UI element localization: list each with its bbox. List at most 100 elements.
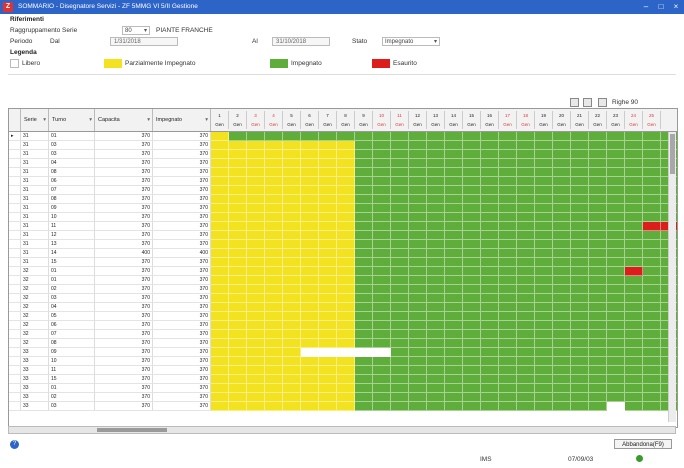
status-cell[interactable]	[265, 213, 283, 222]
status-cell[interactable]	[229, 141, 247, 150]
status-cell[interactable]	[535, 231, 553, 240]
status-cell[interactable]	[499, 384, 517, 393]
status-cell[interactable]	[409, 258, 427, 267]
status-cell[interactable]	[517, 258, 535, 267]
status-cell[interactable]	[589, 339, 607, 348]
status-cell[interactable]	[373, 393, 391, 402]
status-cell[interactable]	[481, 348, 499, 357]
table-row[interactable]: 31 14 400 400	[9, 249, 677, 258]
status-cell[interactable]	[499, 366, 517, 375]
status-cell[interactable]	[463, 330, 481, 339]
status-cell[interactable]	[265, 375, 283, 384]
status-cell[interactable]	[355, 168, 373, 177]
status-cell[interactable]	[625, 330, 643, 339]
status-cell[interactable]	[499, 321, 517, 330]
status-cell[interactable]	[607, 393, 625, 402]
status-cell[interactable]	[517, 177, 535, 186]
status-cell[interactable]	[499, 141, 517, 150]
status-cell[interactable]	[553, 276, 571, 285]
status-cell[interactable]	[391, 132, 409, 141]
status-cell[interactable]	[481, 393, 499, 402]
status-cell[interactable]	[517, 222, 535, 231]
status-cell[interactable]	[517, 231, 535, 240]
status-cell[interactable]	[409, 303, 427, 312]
status-cell[interactable]	[589, 240, 607, 249]
status-cell[interactable]	[301, 177, 319, 186]
status-cell[interactable]	[373, 384, 391, 393]
status-cell[interactable]	[625, 294, 643, 303]
status-cell[interactable]	[283, 330, 301, 339]
status-cell[interactable]	[247, 195, 265, 204]
table-row[interactable]: 32 01 370 370	[9, 276, 677, 285]
status-cell[interactable]	[517, 384, 535, 393]
status-cell[interactable]	[571, 375, 589, 384]
status-cell[interactable]	[607, 330, 625, 339]
status-cell[interactable]	[571, 231, 589, 240]
status-cell[interactable]	[229, 276, 247, 285]
status-cell[interactable]	[409, 366, 427, 375]
status-cell[interactable]	[211, 339, 229, 348]
status-cell[interactable]	[391, 348, 409, 357]
status-cell[interactable]	[427, 285, 445, 294]
status-cell[interactable]	[409, 186, 427, 195]
status-cell[interactable]	[499, 375, 517, 384]
status-cell[interactable]	[535, 276, 553, 285]
status-cell[interactable]	[553, 330, 571, 339]
status-cell[interactable]	[571, 141, 589, 150]
status-cell[interactable]	[643, 159, 661, 168]
status-cell[interactable]	[265, 312, 283, 321]
status-cell[interactable]	[571, 204, 589, 213]
status-cell[interactable]	[211, 168, 229, 177]
status-cell[interactable]	[265, 366, 283, 375]
status-cell[interactable]	[535, 159, 553, 168]
export-icon[interactable]	[570, 98, 579, 107]
status-cell[interactable]	[571, 393, 589, 402]
status-cell[interactable]	[427, 366, 445, 375]
status-cell[interactable]	[625, 195, 643, 204]
status-cell[interactable]	[517, 159, 535, 168]
status-cell[interactable]	[553, 213, 571, 222]
status-cell[interactable]	[409, 150, 427, 159]
status-cell[interactable]	[427, 303, 445, 312]
status-cell[interactable]	[445, 195, 463, 204]
status-cell[interactable]	[391, 384, 409, 393]
status-cell[interactable]	[427, 375, 445, 384]
status-cell[interactable]	[373, 276, 391, 285]
status-cell[interactable]	[427, 141, 445, 150]
status-cell[interactable]	[535, 303, 553, 312]
status-cell[interactable]	[499, 249, 517, 258]
status-cell[interactable]	[535, 357, 553, 366]
status-cell[interactable]	[463, 357, 481, 366]
status-cell[interactable]	[607, 213, 625, 222]
status-cell[interactable]	[283, 339, 301, 348]
status-cell[interactable]	[355, 348, 373, 357]
status-cell[interactable]	[571, 213, 589, 222]
status-cell[interactable]	[355, 330, 373, 339]
columns-icon[interactable]	[598, 98, 607, 107]
status-cell[interactable]	[589, 321, 607, 330]
status-cell[interactable]	[427, 213, 445, 222]
status-cell[interactable]	[625, 159, 643, 168]
status-cell[interactable]	[265, 321, 283, 330]
status-cell[interactable]	[319, 366, 337, 375]
table-row[interactable]: 32 05 370 370	[9, 312, 677, 321]
status-cell[interactable]	[643, 312, 661, 321]
status-cell[interactable]	[391, 393, 409, 402]
status-cell[interactable]	[463, 276, 481, 285]
status-cell[interactable]	[481, 204, 499, 213]
table-row[interactable]: 31 09 370 370	[9, 204, 677, 213]
table-row[interactable]: 31 10 370 370	[9, 213, 677, 222]
status-cell[interactable]	[571, 159, 589, 168]
status-cell[interactable]	[355, 195, 373, 204]
status-cell[interactable]	[643, 150, 661, 159]
status-cell[interactable]	[463, 195, 481, 204]
status-cell[interactable]	[247, 213, 265, 222]
status-cell[interactable]	[571, 150, 589, 159]
status-cell[interactable]	[355, 186, 373, 195]
status-cell[interactable]	[229, 285, 247, 294]
status-cell[interactable]	[409, 357, 427, 366]
status-cell[interactable]	[625, 258, 643, 267]
status-cell[interactable]	[625, 402, 643, 411]
status-cell[interactable]	[247, 384, 265, 393]
status-cell[interactable]	[445, 276, 463, 285]
